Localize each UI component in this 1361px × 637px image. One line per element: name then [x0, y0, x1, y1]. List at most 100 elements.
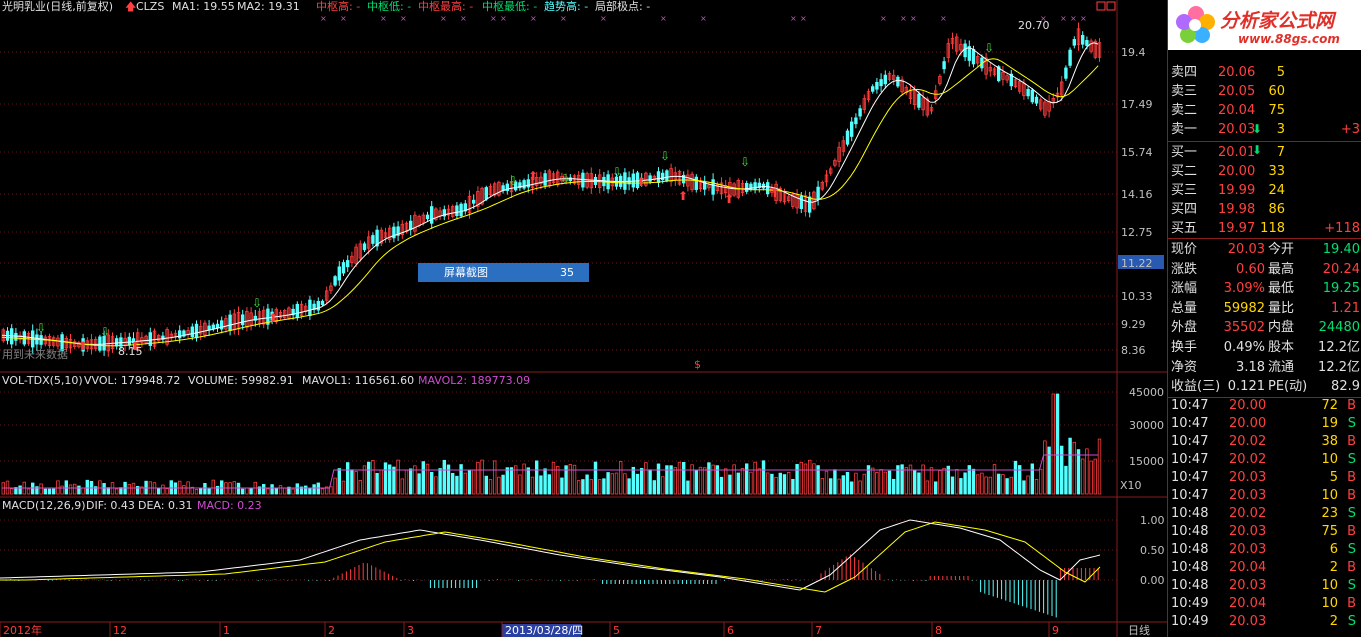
tick-time: 10:47: [1171, 470, 1209, 485]
tick-row[interactable]: 10:48 20.03 75 B: [1168, 522, 1361, 541]
bid-row[interactable]: 买一 20.01 7: [1168, 143, 1361, 162]
bid-row[interactable]: 买四 19.98 86: [1168, 200, 1361, 219]
volume-bar: [1047, 446, 1051, 495]
price-axis-label: 10.33: [1121, 290, 1153, 303]
volume-bar: [488, 479, 493, 495]
maximize-button[interactable]: [1106, 1, 1116, 11]
volume-bar: [295, 483, 299, 495]
quote-value: 20.24: [1322, 261, 1360, 277]
quote-value: 3.18: [1236, 359, 1265, 375]
macd-axis-label: 1.00: [1140, 514, 1165, 527]
volume-bar: [736, 472, 740, 495]
volume-bar: [677, 461, 682, 495]
volume-bar: [497, 476, 501, 495]
tick-row[interactable]: 10:47 20.00 72 B: [1168, 396, 1361, 415]
volume-bar: [879, 469, 883, 495]
tick-time: 10:48: [1171, 578, 1209, 593]
volume-bar: [1089, 460, 1093, 495]
volume-bar: [450, 472, 455, 495]
x-mark-icon: ×: [880, 14, 887, 23]
quote-row[interactable]: 总量 59982 量比 1.21: [1168, 299, 1361, 318]
screenshot-tooltip[interactable]: 屏幕截图 35: [418, 263, 589, 282]
candle-body: [581, 172, 585, 188]
volume-bar: [425, 463, 430, 495]
tick-time: 10:47: [1171, 416, 1209, 431]
tick-row[interactable]: 10:48 20.03 10 S: [1168, 576, 1361, 595]
quote-row[interactable]: 涨幅 3.09% 最低 19.25: [1168, 279, 1361, 298]
volume-bar: [640, 468, 644, 495]
candle-body: [816, 186, 820, 200]
ask-row[interactable]: 卖四 20.06 5: [1168, 63, 1361, 82]
quote-row[interactable]: 现价 20.03 今开 19.40: [1168, 240, 1361, 259]
x-mark-icon: ×: [340, 14, 347, 23]
quote-row[interactable]: 涨跌 0.60 最高 20.24: [1168, 260, 1361, 279]
tick-row[interactable]: 10:47 20.03 5 B: [1168, 468, 1361, 487]
x-mark-icon: ×: [900, 14, 907, 23]
volume-bar: [392, 466, 396, 495]
volume-bar: [429, 471, 434, 495]
mavol1-value: MAVOL1: 116561.60: [302, 374, 414, 387]
ma1-line: [1, 42, 1099, 345]
bid-level: 买四: [1171, 202, 1198, 217]
volume-bar: [934, 481, 938, 495]
buy-arrow-icon: ⬆: [678, 189, 688, 203]
candle-body: [845, 130, 850, 145]
quote-row[interactable]: 外盘 35502 内盘 24480: [1168, 318, 1361, 337]
tick-row[interactable]: 10:49 20.03 2 S: [1168, 612, 1361, 631]
ask-row[interactable]: 卖一 20.03 3 +3: [1168, 120, 1361, 139]
quote-row[interactable]: 净资 3.18 流通 12.2亿: [1168, 358, 1361, 377]
bid-row[interactable]: 买二 20.00 33: [1168, 162, 1361, 181]
tick-row[interactable]: 10:48 20.04 2 B: [1168, 558, 1361, 577]
quote-label: 流通: [1268, 359, 1295, 375]
macd-value: MACD: 0.23: [197, 499, 262, 512]
period-label[interactable]: 日线: [1128, 623, 1150, 637]
tick-time: 10:48: [1171, 524, 1209, 539]
bid-row[interactable]: 买五 19.97 118 +118: [1168, 219, 1361, 238]
bid-row[interactable]: 买三 19.99 24: [1168, 181, 1361, 200]
volume-bar: [404, 469, 409, 495]
sell-arrow-icon: ⇩: [612, 165, 622, 179]
ask-level: 卖一: [1171, 122, 1198, 137]
tick-row[interactable]: 10:49 20.04 10 B: [1168, 594, 1361, 613]
volume-bar: [980, 472, 984, 495]
candle-body: [694, 176, 698, 190]
tick-row[interactable]: 10:47 20.02 38 B: [1168, 432, 1361, 451]
x-mark-icon: ×: [500, 14, 507, 23]
chart-canvas[interactable]: 光明乳业(日线,前复权) 🡅 CLZS MA1: 19.55 MA2: 19.3…: [0, 0, 1167, 637]
ask-row[interactable]: 卖三 20.05 60: [1168, 82, 1361, 101]
low-price-mark: 8.15: [118, 345, 143, 358]
candle-body: [963, 43, 967, 58]
tick-row[interactable]: 10:47 20.02 10 S: [1168, 450, 1361, 469]
tick-row[interactable]: 10:48 20.03 6 S: [1168, 540, 1361, 559]
quote-row[interactable]: 换手 0.49% 股本 12.2亿: [1168, 338, 1361, 357]
sell-arrow-icon: ⇩: [984, 41, 994, 55]
tick-price: 20.02: [1229, 434, 1267, 449]
candle-body: [808, 196, 812, 213]
candle-body: [371, 235, 375, 244]
volume-bars: [1, 393, 1102, 495]
volume-bar: [509, 467, 514, 495]
x-mark-icon: ×: [320, 14, 327, 23]
tick-row[interactable]: 10:47 20.00 19 S: [1168, 414, 1361, 433]
volume-bar: [383, 462, 388, 495]
tick-volume: 10: [1321, 452, 1338, 467]
volume-bar: [770, 473, 774, 495]
x-mark-icon: ×: [1080, 14, 1087, 23]
kline-chart-area[interactable]: 光明乳业(日线,前复权) 🡅 CLZS MA1: 19.55 MA2: 19.3…: [0, 0, 1167, 637]
tick-side: B: [1347, 560, 1356, 575]
volume-bar: [245, 487, 249, 495]
volume-bar: [1009, 476, 1013, 495]
restore-button[interactable]: [1096, 1, 1106, 11]
quote-label: 涨跌: [1171, 261, 1198, 277]
volume-bar: [39, 483, 43, 495]
candle-body: [850, 121, 854, 137]
sell-arrow-icon: ⇩: [252, 296, 262, 310]
tick-row[interactable]: 10:47 20.03 10 B: [1168, 486, 1361, 505]
volume-axis-label: 45000: [1129, 386, 1164, 399]
ask-row[interactable]: 卖二 20.04 75: [1168, 101, 1361, 120]
tick-row[interactable]: 10:48 20.02 23 S: [1168, 504, 1361, 523]
quote-row[interactable]: 收益(三) 0.121 PE(动) 82.9: [1168, 377, 1361, 396]
tick-side: B: [1347, 524, 1356, 539]
quote-value: 0.121: [1227, 379, 1265, 395]
price-axis-label: 15.74: [1121, 146, 1153, 159]
